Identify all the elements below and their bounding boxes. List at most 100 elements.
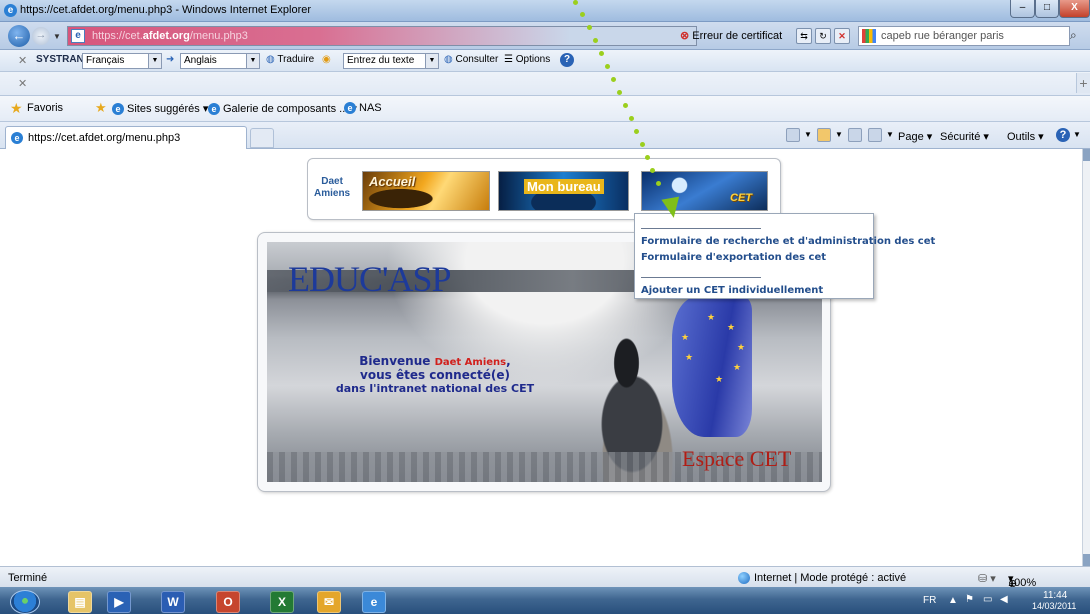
globe-icon: ◍	[266, 54, 275, 65]
source-language-select[interactable]: Français ▼	[82, 53, 162, 69]
chevron-down-icon[interactable]: ▼	[804, 130, 812, 139]
menu-item-exportation[interactable]: Formulaire d'exportation des cet	[641, 252, 826, 263]
favorites-star-icon: ★	[10, 100, 23, 116]
zoom-control[interactable]: ⊕ 100% ▾	[1008, 572, 1036, 590]
tools-menu[interactable]: Outils ▾	[1007, 130, 1044, 143]
feeds-icon[interactable]	[817, 128, 831, 142]
help-icon[interactable]: ?	[560, 53, 574, 67]
back-button[interactable]: ←	[8, 25, 30, 47]
mon-bureau-banner-button[interactable]: Mon bureau	[498, 171, 629, 211]
history-dropdown-icon[interactable]: ▼	[53, 32, 61, 41]
ie-page-icon: e	[344, 102, 356, 115]
close-toolbar-icon[interactable]: ✕	[18, 54, 27, 67]
mon-bureau-label: Mon bureau	[524, 179, 604, 194]
page-menu[interactable]: Page ▾	[898, 130, 932, 143]
cet-dropdown-menu: Formulaire de recherche et d'administrat…	[634, 213, 935, 299]
target-language-select[interactable]: Anglais ▼	[180, 53, 260, 69]
close-button[interactable]: X	[1059, 0, 1090, 18]
tab-menu-page[interactable]: e https://cet.afdet.org/menu.php3	[5, 126, 247, 149]
refresh-icon[interactable]: ↻	[815, 28, 831, 44]
cet-label: CET	[730, 192, 752, 204]
search-input[interactable]: capeb rue béranger paris	[858, 26, 1070, 46]
certificate-error-button[interactable]: ⊗ Erreur de certificat	[680, 26, 788, 46]
security-menu[interactable]: Sécurité ▾	[940, 130, 989, 143]
mail-taskbar-icon[interactable]: ✉	[317, 591, 341, 613]
translate-button[interactable]: ◍ Traduire	[266, 54, 314, 65]
arrow-dot	[634, 129, 639, 134]
menu-item-recherche[interactable]: Formulaire de recherche et d'administrat…	[641, 236, 935, 247]
ie-taskbar-icon[interactable]: e	[362, 591, 386, 613]
language-indicator[interactable]: FR	[923, 595, 936, 606]
home-icon[interactable]	[786, 128, 800, 142]
status-text: Terminé	[8, 572, 48, 584]
outlook-taskbar-icon[interactable]: O	[216, 591, 240, 613]
start-button[interactable]	[10, 590, 40, 614]
arrow-dot	[599, 51, 604, 56]
volume-icon[interactable]: ◀	[1000, 594, 1008, 605]
scroll-up-icon[interactable]	[1083, 149, 1090, 161]
dictionary-icon[interactable]: ◉	[322, 54, 331, 65]
ie-logo-icon: e	[4, 4, 17, 17]
accueil-banner-button[interactable]: Accueil	[362, 171, 490, 211]
clock-date[interactable]: 14/03/2011	[1032, 601, 1076, 611]
fav-item-sites[interactable]: e Sites suggérés ▾	[112, 102, 209, 116]
address-url[interactable]: https://cet.afdet.org/menu.php3	[92, 30, 248, 42]
source-language-value: Français	[86, 55, 125, 66]
eu-star-icon: ★	[737, 342, 746, 352]
chevron-down-icon[interactable]: ▼	[835, 130, 843, 139]
chevron-down-icon[interactable]: ▼	[1073, 130, 1081, 139]
favorites-bar: ★ Favoris ★ e Sites suggérés ▾ e Galerie d…	[0, 96, 1090, 122]
help-icon[interactable]: ?	[1056, 128, 1070, 142]
word-taskbar-icon[interactable]: W	[161, 591, 185, 613]
user-name: Daet Amiens	[434, 357, 507, 368]
compatibility-icon[interactable]: ⇆	[796, 28, 812, 44]
url-suffix: /menu.php3	[189, 30, 248, 42]
print-icon[interactable]	[868, 128, 882, 142]
menu-item-ajouter[interactable]: Ajouter un CET individuellement	[641, 285, 823, 296]
tab-label: https://cet.afdet.org/menu.php3	[28, 132, 181, 144]
input-mode-select[interactable]: Entrez du texte ▼	[343, 53, 439, 69]
input-mode-value: Entrez du texte	[347, 55, 415, 66]
arrow-dot	[617, 90, 622, 95]
options-button[interactable]: ☰ Options	[504, 54, 550, 65]
add-favorite-icon[interactable]: ★	[95, 100, 107, 116]
arrow-dot	[580, 12, 585, 17]
action-center-icon[interactable]: ⚑	[965, 594, 974, 605]
minimize-button[interactable]: –	[1010, 0, 1035, 18]
cet-banner-button[interactable]: CET	[641, 171, 768, 211]
favorites-button[interactable]: Favoris	[27, 102, 63, 114]
welcome-message: Bienvenue Daet Amiens, vous êtes connect…	[330, 355, 540, 396]
expand-icon[interactable]: +	[1076, 73, 1090, 93]
arrow-dot	[623, 103, 628, 108]
fav-item-nas[interactable]: e NAS	[344, 102, 382, 115]
maximize-button[interactable]: □	[1035, 0, 1059, 18]
show-hidden-icons-icon[interactable]: ▲	[948, 595, 958, 606]
menu-separator	[641, 228, 761, 229]
search-icon[interactable]: ⌕	[1070, 28, 1077, 43]
close-toolbar-icon[interactable]: ✕	[18, 77, 27, 90]
excel-taskbar-icon[interactable]: X	[270, 591, 294, 613]
address-bar[interactable]: e https://cet.afdet.org/menu.php3	[67, 26, 697, 46]
fav-item-galerie[interactable]: e Galerie de composants ... ▾	[208, 102, 357, 116]
target-language-value: Anglais	[184, 55, 217, 66]
stop-icon[interactable]: ✕	[834, 28, 850, 44]
fav-item-label: Sites suggérés ▾	[127, 103, 209, 115]
window-titlebar: e https://cet.afdet.org/menu.php3 - Wind…	[0, 0, 1090, 22]
explorer-taskbar-icon[interactable]: ▤	[68, 591, 92, 613]
security-zone[interactable]: Internet | Mode protégé : activé	[754, 572, 906, 584]
chevron-down-icon[interactable]: ▼	[886, 130, 894, 139]
media-player-taskbar-icon[interactable]: ▶	[107, 591, 131, 613]
forward-button[interactable]: →	[32, 27, 50, 45]
search-text: capeb rue béranger paris	[881, 30, 1004, 42]
ie-page-icon: e	[11, 132, 23, 144]
chevron-down-icon: ▼	[246, 54, 259, 68]
mail-icon[interactable]	[848, 128, 862, 142]
vertical-scrollbar[interactable]	[1082, 149, 1090, 566]
scroll-down-icon[interactable]	[1083, 554, 1090, 566]
site-name-line1: Daet	[321, 176, 343, 187]
clock-time[interactable]: 11:44	[1043, 590, 1067, 601]
network-icon[interactable]: ▭	[983, 594, 992, 605]
protected-mode-icon[interactable]: ⛁ ▾	[978, 572, 996, 585]
consult-button[interactable]: ◍ Consulter	[444, 54, 498, 65]
new-tab-button[interactable]	[250, 128, 274, 148]
